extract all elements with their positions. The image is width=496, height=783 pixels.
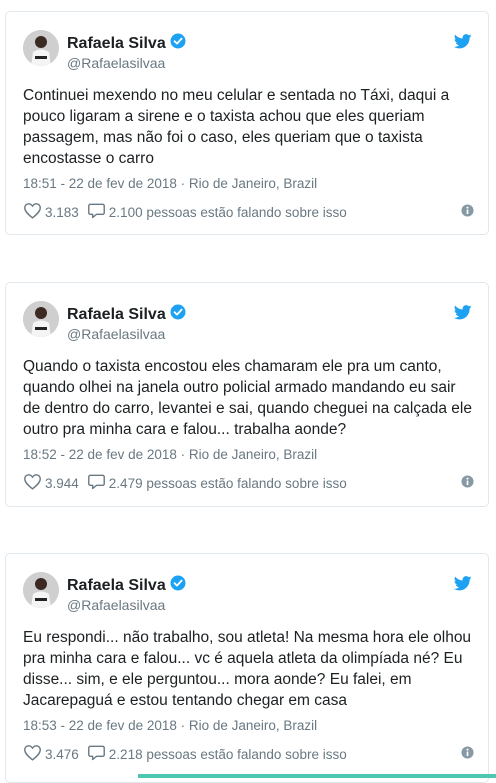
avatar[interactable]: [23, 301, 59, 337]
like-button[interactable]: 3.476: [23, 744, 79, 764]
twitter-bird-icon[interactable]: [453, 34, 472, 54]
reply-button[interactable]: 2.218 pessoas estão falando sobre isso: [87, 744, 347, 764]
accent-bar: [138, 774, 496, 778]
like-count: 3.944: [45, 475, 79, 491]
heart-icon: [23, 473, 42, 493]
avatar[interactable]: [23, 572, 59, 608]
info-icon[interactable]: [461, 746, 474, 762]
author-name[interactable]: Rafaela Silva: [67, 33, 186, 54]
reply-count-label: 2.100 pessoas estão falando sobre isso: [108, 204, 347, 220]
tweet-card[interactable]: Rafaela Silva @Rafaelasilvaa Continuei m…: [5, 11, 489, 235]
comment-bubble-icon: [87, 473, 106, 493]
tweet-card[interactable]: Rafaela Silva @Rafaelasilvaa Eu respondi…: [5, 553, 489, 783]
author-handle[interactable]: @Rafaelasilvaa: [67, 55, 165, 71]
tweet-card[interactable]: Rafaela Silva @Rafaelasilvaa Quando o ta…: [5, 282, 489, 507]
heart-icon: [23, 744, 42, 764]
tweet-actions: 3.944 2.479 pessoas estão falando sobre …: [23, 473, 474, 493]
author-handle[interactable]: @Rafaelasilvaa: [67, 326, 165, 342]
info-icon[interactable]: [461, 475, 474, 491]
tweet-text: Continuei mexendo no meu celular e senta…: [23, 87, 450, 167]
reply-button[interactable]: 2.479 pessoas estão falando sobre isso: [87, 473, 347, 493]
comment-bubble-icon: [87, 202, 106, 222]
avatar[interactable]: [23, 30, 59, 66]
author-name[interactable]: Rafaela Silva: [67, 304, 186, 325]
author-name[interactable]: Rafaela Silva: [67, 575, 186, 596]
tweet-actions: 3.183 2.100 pessoas estão falando sobre …: [23, 202, 474, 222]
twitter-bird-icon[interactable]: [453, 576, 472, 596]
like-count: 3.183: [45, 204, 79, 220]
reply-count-label: 2.479 pessoas estão falando sobre isso: [108, 475, 347, 491]
info-icon[interactable]: [461, 204, 474, 220]
like-count: 3.476: [45, 746, 79, 762]
author-name-label[interactable]: Rafaela Silva: [67, 35, 166, 53]
author-name-label[interactable]: Rafaela Silva: [67, 577, 166, 595]
verified-badge-icon: [170, 33, 186, 54]
tweet-timestamp[interactable]: 18:53 - 22 de fev de 2018 · Rio de Janei…: [23, 718, 317, 733]
tweet-timestamp[interactable]: 18:51 - 22 de fev de 2018 · Rio de Janei…: [23, 176, 317, 191]
verified-badge-icon: [170, 304, 186, 325]
tweet-text: Eu respondi... não trabalho, sou atleta!…: [23, 629, 472, 709]
author-name-label[interactable]: Rafaela Silva: [67, 306, 166, 324]
like-button[interactable]: 3.944: [23, 473, 79, 493]
twitter-bird-icon[interactable]: [453, 305, 472, 325]
comment-bubble-icon: [87, 744, 106, 764]
reply-button[interactable]: 2.100 pessoas estão falando sobre isso: [87, 202, 347, 222]
tweet-timestamp[interactable]: 18:52 - 22 de fev de 2018 · Rio de Janei…: [23, 447, 317, 462]
heart-icon: [23, 202, 42, 222]
verified-badge-icon: [170, 575, 186, 596]
author-handle[interactable]: @Rafaelasilvaa: [67, 597, 165, 613]
like-button[interactable]: 3.183: [23, 202, 79, 222]
reply-count-label: 2.218 pessoas estão falando sobre isso: [108, 746, 347, 762]
tweet-actions: 3.476 2.218 pessoas estão falando sobre …: [23, 744, 474, 764]
tweet-text: Quando o taxista encostou eles chamaram …: [23, 358, 472, 438]
